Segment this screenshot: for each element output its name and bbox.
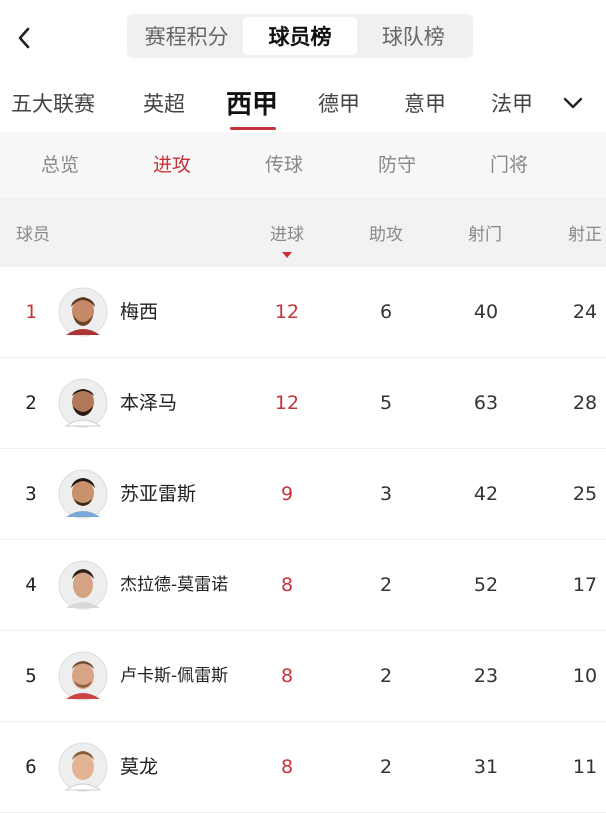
table-row[interactable]: 6 莫龙 8 2 31 11: [0, 722, 606, 813]
assists-value: 3: [379, 483, 393, 505]
league-tab-ligue-1[interactable]: 法甲: [491, 74, 533, 132]
column-header-player: 球员: [16, 225, 50, 245]
tab-goalkeeper[interactable]: 门将: [490, 132, 528, 198]
assists-value: 2: [379, 665, 393, 687]
player-name: 杰拉德-莫雷诺: [120, 575, 229, 595]
league-tab-bundesliga[interactable]: 德甲: [318, 74, 360, 132]
player-avatar: [58, 469, 108, 519]
player-name: 卢卡斯-佩雷斯: [120, 666, 229, 686]
player-avatar: [58, 378, 108, 428]
shots-value: 42: [473, 483, 499, 505]
league-tabs: 五大联赛 英超 西甲 德甲 意甲 法甲: [0, 74, 606, 132]
back-button[interactable]: [10, 22, 38, 54]
goals-value: 9: [280, 483, 294, 505]
table-row[interactable]: 1 梅西 12 6 40 24: [0, 267, 606, 358]
player-name: 莫龙: [120, 756, 159, 778]
segment-player-ranking[interactable]: 球员榜: [243, 17, 357, 55]
player-avatar: [58, 651, 108, 701]
shots-on-target-value: 28: [572, 392, 598, 414]
sort-descending-icon: [282, 252, 292, 258]
assists-value: 6: [379, 301, 393, 323]
player-name: 梅西: [120, 301, 159, 323]
shots-on-target-value: 25: [572, 483, 598, 505]
segment-team-ranking[interactable]: 球队榜: [357, 17, 470, 55]
league-tab-top5[interactable]: 五大联赛: [11, 74, 95, 132]
column-header-shots[interactable]: 射门: [468, 220, 502, 245]
player-list: 1 梅西 12 6 40 24 2 本泽马 12 5 63 28 3 苏亚雷斯 …: [0, 267, 606, 813]
shots-on-target-value: 17: [572, 574, 598, 596]
table-row[interactable]: 3 苏亚雷斯 9 3 42 25: [0, 449, 606, 540]
tab-defense[interactable]: 防守: [378, 132, 416, 198]
goals-value: 12: [274, 301, 300, 323]
shots-value: 40: [473, 301, 499, 323]
league-tab-premier-league[interactable]: 英超: [143, 74, 185, 132]
player-avatar: [58, 560, 108, 610]
active-tab-indicator: [230, 127, 276, 130]
goals-value: 8: [280, 665, 294, 687]
column-header-shots-on-target[interactable]: 射正: [568, 220, 602, 245]
shots-on-target-value: 24: [572, 301, 598, 323]
tab-overview[interactable]: 总览: [41, 132, 79, 198]
shots-on-target-value: 10: [572, 665, 598, 687]
more-leagues-button[interactable]: [558, 90, 588, 116]
player-name: 苏亚雷斯: [120, 483, 197, 505]
shots-value: 31: [473, 756, 499, 778]
league-tab-la-liga[interactable]: 西甲: [226, 74, 278, 132]
segment-schedule-standings[interactable]: 赛程积分: [130, 17, 243, 55]
rank: 4: [25, 574, 37, 596]
league-tab-serie-a[interactable]: 意甲: [404, 74, 446, 132]
rank: 3: [25, 483, 37, 505]
goals-value: 8: [280, 756, 294, 778]
tab-attack[interactable]: 进攻: [153, 132, 191, 198]
shots-value: 52: [473, 574, 499, 596]
chevron-down-icon: [563, 97, 583, 109]
goals-value: 12: [274, 392, 300, 414]
view-segmented-control: 赛程积分 球员榜 球队榜: [127, 14, 473, 58]
tab-passing[interactable]: 传球: [265, 132, 303, 198]
table-row[interactable]: 5 卢卡斯-佩雷斯 8 2 23 10: [0, 631, 606, 722]
chevron-left-icon: [18, 27, 30, 49]
top-bar: 赛程积分 球员榜 球队榜: [0, 0, 606, 74]
rank: 1: [25, 301, 37, 323]
shots-value: 63: [473, 392, 499, 414]
player-avatar: [58, 287, 108, 337]
column-header-goals[interactable]: 进球: [270, 220, 304, 245]
rank: 6: [25, 756, 37, 778]
column-header-assists[interactable]: 助攻: [369, 220, 403, 245]
player-avatar: [58, 742, 108, 792]
assists-value: 5: [379, 392, 393, 414]
assists-value: 2: [379, 756, 393, 778]
table-row[interactable]: 2 本泽马 12 5 63 28: [0, 358, 606, 449]
assists-value: 2: [379, 574, 393, 596]
player-name: 本泽马: [120, 392, 178, 414]
stat-category-tabs: 总览 进攻 传球 防守 门将: [0, 132, 606, 198]
goals-value: 8: [280, 574, 294, 596]
shots-on-target-value: 11: [572, 756, 598, 778]
table-row[interactable]: 4 杰拉德-莫雷诺 8 2 52 17: [0, 540, 606, 631]
shots-value: 23: [473, 665, 499, 687]
rank: 5: [25, 665, 37, 687]
rank: 2: [25, 392, 37, 414]
table-header: 球员 进球 助攻 射门 射正: [0, 198, 606, 267]
